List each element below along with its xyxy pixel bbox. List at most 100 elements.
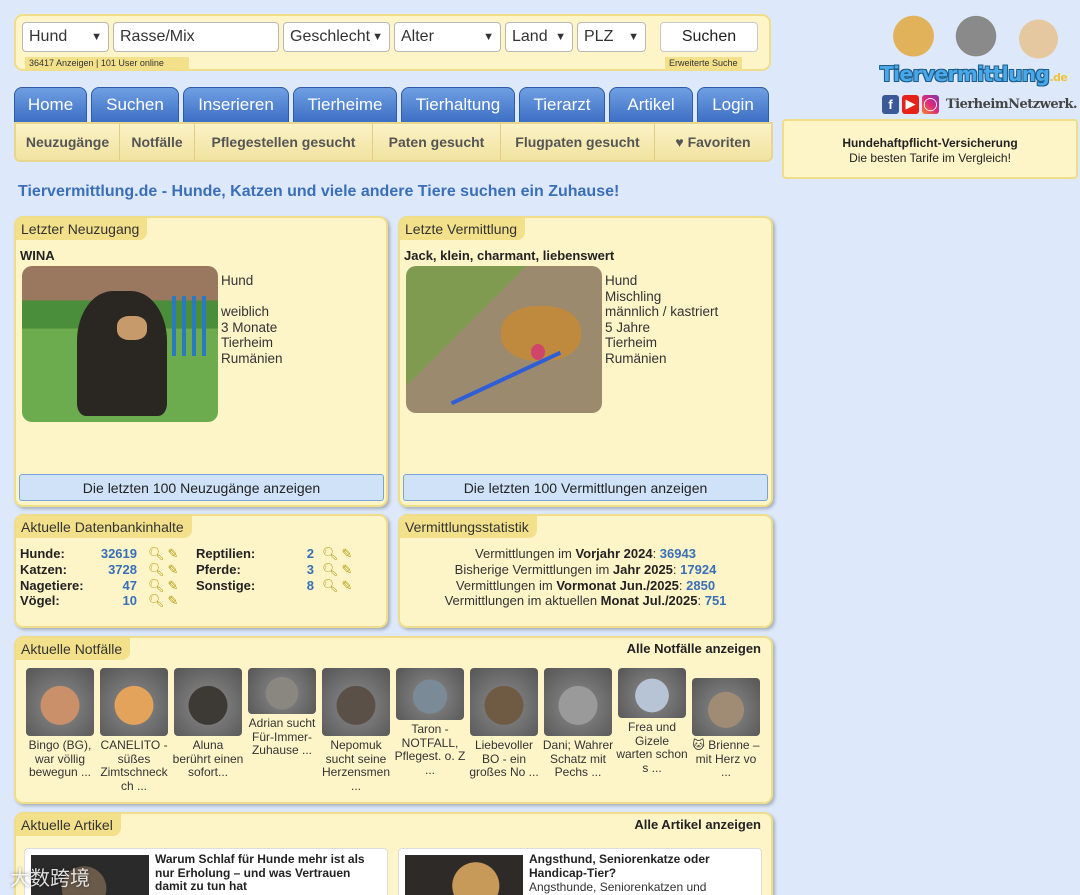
search-icon[interactable]: 🔍︎ [322,562,339,578]
show-newest-button[interactable]: Die letzten 100 Neuzugänge anzeigen [19,474,384,501]
article-card[interactable]: Angsthund, Seniorenkatze oder Handicap-T… [398,848,762,895]
db-row-katzen: Katzen: 3728 🔍︎ ✎ [20,562,185,578]
db-count[interactable]: 3 [307,562,314,578]
tab-suchen[interactable]: Suchen [91,87,179,123]
emergency-item[interactable]: 🐱 Brienne –mit Herz vo ... [690,678,762,780]
gender-value: Geschlecht [290,28,371,45]
site-logo[interactable]: Tiervermittlung.de [880,10,1072,90]
all-articles-link[interactable]: Alle Artikel anzeigen [634,817,761,832]
panel-title: Aktuelle Artikel [16,814,121,836]
db-label: Katzen: [20,561,67,577]
age-select[interactable]: Alter ▼ [394,22,501,52]
emergency-item[interactable]: Bingo (BG), war völlig bewegun ... [24,668,96,780]
fact-country: Rumänien [605,350,667,366]
show-adoptions-button[interactable]: Die letzten 100 Vermittlungen anzeigen [403,474,768,501]
emergency-item[interactable]: Dani; Wahrer Schatz mit Pechs ... [542,668,614,780]
search-form: Hund ▼ Rasse/Mix Geschlecht ▼ Alter ▼ Land ▼… [14,14,771,71]
db-count[interactable]: 8 [307,578,314,594]
db-count[interactable]: 10 [123,593,137,609]
emergency-item[interactable]: CANELITO - süßes Zimtschneck ch ... [98,668,170,793]
emergency-item[interactable]: Aluna berührt einen sofort... [172,668,244,780]
all-emergencies-link[interactable]: Alle Notfälle anzeigen [627,641,761,656]
search-icon[interactable]: 🔍︎ [148,593,165,609]
advanced-search-link[interactable]: Erweiterte Suche [665,57,742,70]
db-actions: 🔍︎ ✎ [148,562,178,578]
insurance-ad[interactable]: Hundehaftpflicht-Versicherung Die besten… [782,119,1078,179]
pencil-icon[interactable]: ✎ [342,562,353,578]
stat-line-month: Vermittlungen im aktuellen Monat Jul./20… [444,593,727,609]
youtube-icon[interactable]: ▶ [901,94,919,114]
pencil-icon[interactable]: ✎ [168,546,179,562]
emergency-item[interactable]: Nepomuk sucht seine Herzensmen ... [320,668,392,793]
breed-placeholder: Rasse/Mix [120,28,195,45]
emergency-item[interactable]: Taron - NOTFALL, Pflegest. o. Z ... [394,668,466,777]
animal-name[interactable]: WINA [20,248,55,263]
db-actions: 🔍︎ ✎ [322,562,352,578]
emergency-label: Aluna berührt einen sofort... [172,738,244,779]
pencil-icon[interactable]: ✎ [168,593,179,609]
db-actions: 🔍︎ ✎ [322,578,352,594]
emergency-photo [174,668,242,736]
search-icon[interactable]: 🔍︎ [322,546,339,562]
gender-select[interactable]: Geschlecht ▼ [283,22,390,52]
emergency-photo [692,678,760,736]
tab-tierhaltung[interactable]: Tierhaltung [401,87,515,123]
search-icon[interactable]: 🔍︎ [148,546,165,562]
chevron-down-icon: ▼ [628,31,639,43]
search-icon[interactable]: 🔍︎ [148,562,165,578]
tab-tierarzt[interactable]: Tierarzt [519,87,605,123]
search-button[interactable]: Suchen [660,22,758,52]
db-count[interactable]: 47 [123,578,137,594]
chevron-down-icon: ▼ [555,31,566,43]
search-icon[interactable]: 🔍︎ [148,578,165,594]
db-label: Sonstige: [196,577,256,593]
fact-species: Hund [221,273,254,288]
fact-species: Hund [605,273,638,288]
tab-artikel[interactable]: Artikel [609,87,693,123]
subnav-flugpaten[interactable]: Flugpaten gesucht [501,124,655,160]
emergency-item[interactable]: Liebevoller BO - ein großes No ... [468,668,540,780]
emergency-item[interactable]: Frea und Gizele warten schon s ... [616,668,688,775]
db-count[interactable]: 2 [307,546,314,562]
pencil-icon[interactable]: ✎ [342,546,353,562]
emergency-photo [26,668,94,736]
emergency-label: Adrian sucht Für-Immer-Zuhause ... [248,716,316,757]
animal-name[interactable]: Jack, klein, charmant, liebenswert [404,248,614,263]
subnav-notfaelle[interactable]: Notfälle [120,124,195,160]
db-row-pferde: Pferde: 3 🔍︎ ✎ [196,562,361,578]
pencil-icon[interactable]: ✎ [342,578,353,594]
tab-tierheime[interactable]: Tierheime [293,87,397,123]
article-thumbnail [405,855,523,895]
facebook-icon[interactable]: f [882,94,899,114]
pencil-icon[interactable]: ✎ [168,562,179,578]
watermark-logo: 大数跨境 [10,868,90,890]
instagram-icon[interactable]: ◯ [921,94,939,114]
panel-title: Aktuelle Datenbankinhalte [16,516,192,538]
animal-photo[interactable] [406,266,602,413]
emergency-list: Bingo (BG), war völlig bewegun ... CANELI… [22,668,762,798]
stat-line-prev-month: Vermittlungen im Vormonat Jun./2025: 285… [455,577,716,593]
breed-input[interactable]: Rasse/Mix [113,22,279,52]
subnav-paten[interactable]: Paten gesucht [373,124,501,160]
site-stats: 36417 Anzeigen | 101 User online [25,57,189,70]
tab-login[interactable]: Login [697,87,769,123]
subnav-favoriten[interactable]: ♥ Favoriten [655,124,771,160]
search-icon[interactable]: 🔍︎ [322,578,339,594]
db-count[interactable]: 32619 [101,546,137,562]
tierheim-netzwerk-logo[interactable]: TierheimNetzwerk. [946,97,1078,112]
page-title: Tiervermittlung.de - Hunde, Katzen und v… [18,183,620,200]
animal-photo[interactable] [22,266,218,422]
species-select[interactable]: Hund ▼ [22,22,109,52]
emergency-item[interactable]: Adrian sucht Für-Immer-Zuhause ... [246,668,318,758]
pencil-icon[interactable]: ✎ [168,578,179,594]
panel-title: Letzte Vermittlung [400,218,526,240]
tab-home[interactable]: Home [14,87,87,123]
sub-nav: Neuzugänge Notfälle Pflegestellen gesuch… [14,122,773,162]
db-actions: 🔍︎ ✎ [148,546,178,562]
country-select[interactable]: Land ▼ [505,22,573,52]
db-count[interactable]: 3728 [108,562,137,578]
subnav-neuzugaenge[interactable]: Neuzugänge [16,124,120,160]
zip-select[interactable]: PLZ ▼ [577,22,646,52]
tab-inserieren[interactable]: Inserieren [183,87,289,123]
subnav-pflegestellen[interactable]: Pflegestellen gesucht [195,124,373,160]
